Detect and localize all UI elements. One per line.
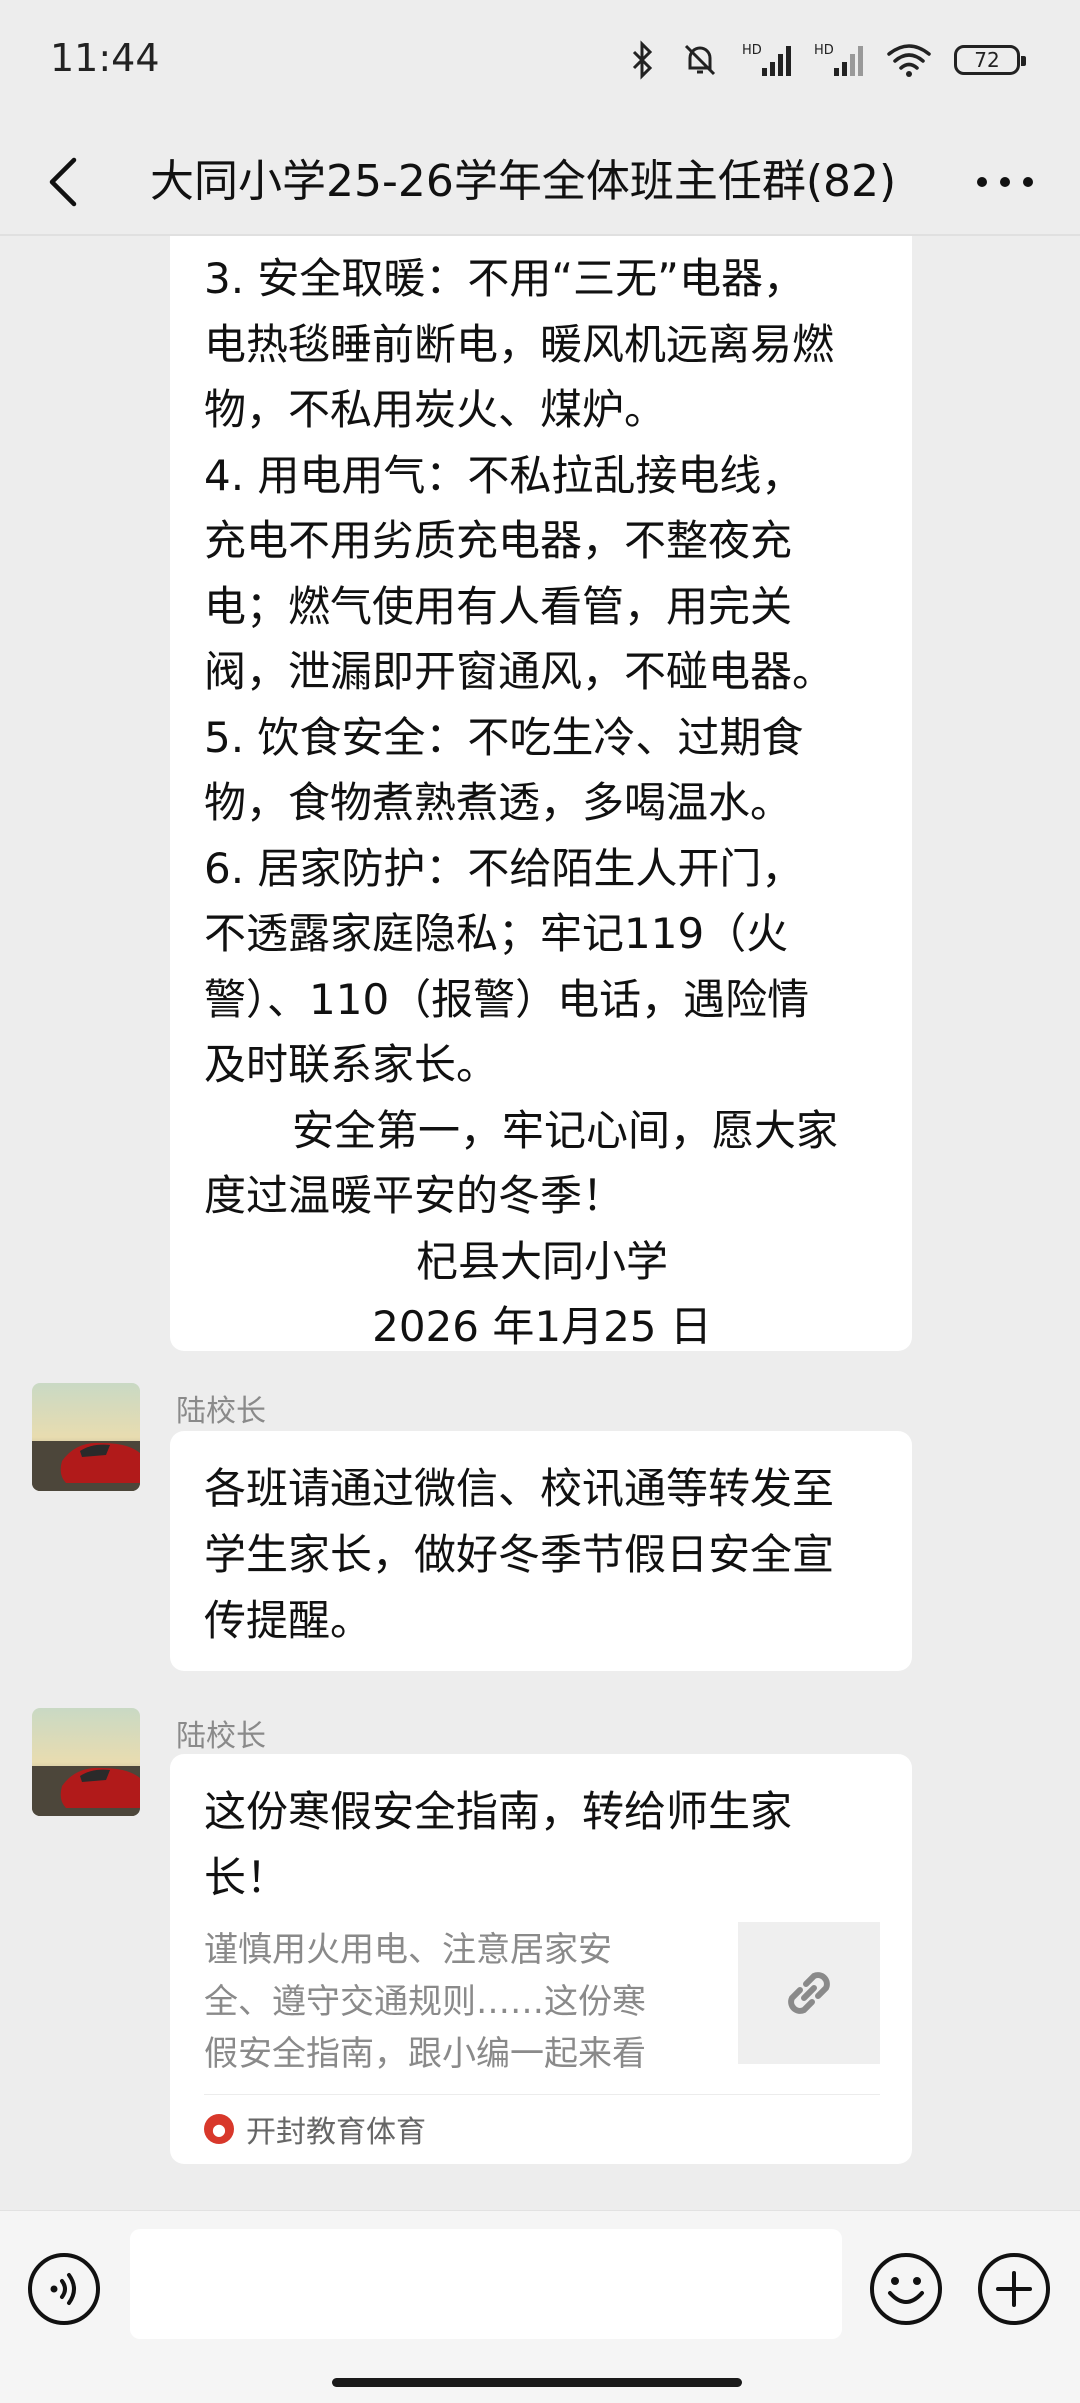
signal-icon-1: HD — [742, 43, 791, 76]
notice-line: 安全第一，牢记心间，愿大家 — [292, 1105, 839, 1155]
bluetooth-icon — [632, 40, 653, 80]
notice-line: 4. 用电用气：不私拉乱接电线， — [204, 450, 804, 500]
card-desc-line: 谨慎用火用电、注意居家安 — [204, 1930, 612, 1970]
chat-title: 大同小学25-26学年全体班主任群(82) — [150, 156, 897, 207]
status-time: 11:44 — [50, 36, 160, 80]
red-car-avatar-image — [32, 1708, 140, 1816]
card-description: 谨慎用火用电、注意居家安 全、遵守交通规则……这份寒 假安全指南，跟小编一起来看 — [204, 1924, 724, 2080]
notice-text: 3. 安全取暖：不用“三无”电器， 电热毯睡前断电，暖风机远离易燃 物，不私用炭… — [204, 236, 880, 1360]
notice-line: 物，食物煮熟煮透，多喝温水。 — [204, 778, 793, 827]
battery-indicator: 72 — [954, 45, 1026, 75]
red-car-avatar-image — [32, 1383, 140, 1491]
link-icon — [788, 1972, 830, 2014]
notice-line: 5. 饮食安全：不吃生冷、过期食 — [204, 712, 804, 762]
notice-line: 度过温暖平安的冬季！ — [204, 1171, 625, 1220]
source-name: 开封教育体育 — [246, 2115, 426, 2150]
notice-line: 及时联系家长。 — [204, 1040, 499, 1089]
source-logo-icon: ● — [204, 2114, 234, 2144]
hd-label-1: HD — [742, 43, 762, 58]
sender-name: 陆校长 — [176, 1394, 266, 1429]
message-bubble-text[interactable]: 各班请通过微信、校讯通等转发至 学生家长，做好冬季节假日安全宣 传提醒。 — [170, 1431, 912, 1671]
card-divider — [204, 2094, 880, 2095]
emoji-icon[interactable] — [868, 2251, 944, 2327]
message-line: 传提醒。 — [204, 1596, 373, 1645]
home-indicator[interactable] — [332, 2378, 742, 2387]
card-source: ● 开封教育体育 — [204, 2104, 426, 2154]
sender-name: 陆校长 — [176, 1719, 266, 1754]
notice-line: 阀，泄漏即开窗通风，不碰电器。 — [204, 647, 835, 696]
message-input[interactable] — [130, 2229, 842, 2339]
card-desc-line: 全、遵守交通规则……这份寒 — [204, 1982, 646, 2022]
notice-line: 充电不用劣质充电器，不整夜充 — [204, 516, 793, 565]
notice-line: 6. 居家防护：不给陌生人开门， — [204, 843, 804, 893]
mute-icon — [684, 44, 716, 76]
message-line: 学生家长，做好冬季节假日安全宣 — [204, 1530, 835, 1579]
message-link-card[interactable]: 这份寒假安全指南，转给师生家 长！ 谨慎用火用电、注意居家安 全、遵守交通规则…… — [170, 1754, 912, 2164]
notice-line: 警）、110（报警）电话，遇险情 — [204, 974, 810, 1024]
status-icons: HD HD 72 — [628, 40, 1026, 80]
card-title: 这份寒假安全指南，转给师生家 长！ — [204, 1779, 792, 1911]
message-line: 各班请通过微信、校讯通等转发至 — [204, 1464, 835, 1513]
notice-line: 电热毯睡前断电，暖风机远离易燃 — [204, 319, 835, 369]
back-arrow-icon[interactable] — [36, 152, 96, 212]
card-title-line: 长！ — [204, 1853, 289, 1902]
card-thumbnail — [738, 1922, 880, 2064]
notice-line: 3. 安全取暖：不用“三无”电器， — [204, 254, 805, 303]
avatar[interactable] — [32, 1383, 140, 1491]
signal-icon-2: HD — [814, 43, 863, 76]
hd-label-2: HD — [814, 43, 834, 58]
plus-icon[interactable] — [976, 2251, 1052, 2327]
input-bar — [0, 2210, 1080, 2403]
voice-input-icon[interactable] — [26, 2251, 102, 2327]
wifi-icon — [887, 44, 931, 77]
chat-area[interactable]: 3. 安全取暖：不用“三无”电器， 电热毯睡前断电，暖风机远离易燃 物，不私用炭… — [0, 236, 1080, 2210]
card-desc-line: 假安全指南，跟小编一起来看 — [204, 2034, 646, 2074]
more-options-icon[interactable] — [970, 152, 1040, 212]
avatar[interactable] — [32, 1708, 140, 1816]
notice-line: 不透露家庭隐私；牢记119（火 — [204, 909, 789, 958]
card-title-line: 这份寒假安全指南，转给师生家 — [204, 1787, 793, 1836]
status-bar: 11:44 HD HD 72 — [0, 0, 1080, 130]
chat-header: 大同小学25-26学年全体班主任群(82) — [0, 130, 1080, 235]
notice-line: 电；燃气使用有人看管，用完关 — [204, 581, 793, 631]
notice-date: 2026 年1月25 日 — [372, 1302, 712, 1351]
message-bubble-notice[interactable]: 3. 安全取暖：不用“三无”电器， 电热毯睡前断电，暖风机远离易燃 物，不私用炭… — [170, 236, 912, 1351]
notice-line: 物，不私用炭火、煤炉。 — [204, 385, 667, 434]
notice-signature: 杞县大同小学 — [415, 1236, 668, 1286]
